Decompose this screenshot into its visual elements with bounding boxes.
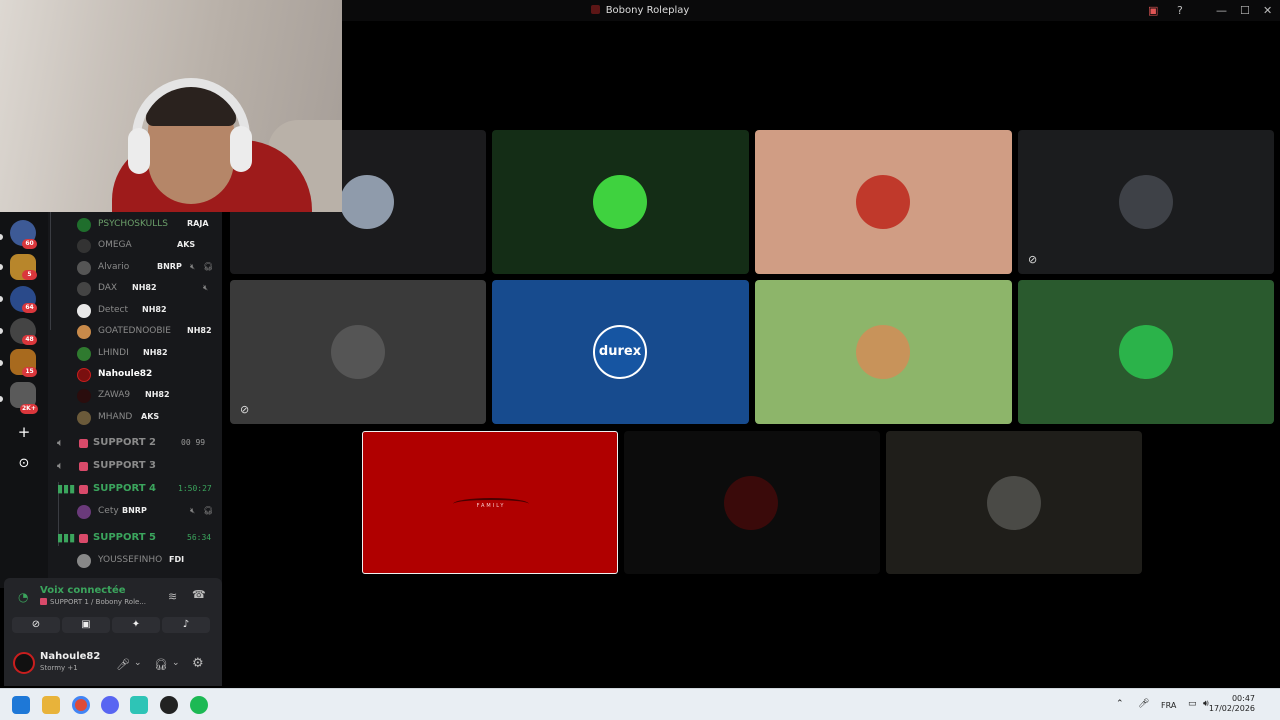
avatar: [1119, 325, 1173, 379]
taskbar: ⌃ 🎤︎ FRA ▭ 🔊︎ 00:47 17/02/2026: [0, 688, 1280, 720]
voice-stage: ⊘ ⊘ durex FAMILY: [222, 21, 1280, 688]
unread-pill: [0, 360, 3, 366]
clock[interactable]: 00:47 17/02/2026: [1209, 694, 1255, 714]
unread-pill: [0, 234, 3, 240]
avatar: [77, 347, 91, 361]
avatar[interactable]: [13, 652, 35, 674]
gear-icon[interactable]: ⚙: [192, 656, 204, 671]
inbox-icon[interactable]: ▣: [1148, 4, 1158, 17]
avatar: [77, 304, 91, 318]
voice-channel-path[interactable]: SUPPORT 1 / Bobony Role...: [40, 598, 146, 606]
window-title: Bobony Roleplay: [605, 5, 690, 16]
camera-off-button[interactable]: ⊘: [12, 617, 60, 633]
display-icon[interactable]: ▭: [1188, 699, 1197, 709]
participant-tile[interactable]: ⊘: [230, 280, 486, 424]
microphone-icon[interactable]: 🎤︎: [116, 658, 130, 671]
voice-connected-status[interactable]: Voix connectée: [40, 585, 126, 596]
muted-icon: 🔇︎: [190, 262, 196, 271]
help-icon[interactable]: ?: [1177, 4, 1183, 17]
username: Nahoule82: [40, 651, 101, 662]
obs-icon[interactable]: [160, 696, 178, 714]
deafened-icon: 🎧︎: [203, 262, 214, 271]
channel-list: PSYCHOSKULLS RAJA OMEGA AKS Alvario BNRP…: [48, 210, 222, 588]
disconnect-icon[interactable]: ☎: [192, 588, 206, 601]
avatar: [340, 175, 394, 229]
add-server-icon[interactable]: +: [14, 422, 34, 442]
avatar: [77, 554, 91, 568]
tree-line: [50, 210, 51, 330]
participant-tile[interactable]: [624, 431, 880, 574]
microphone-icon[interactable]: 🎤︎: [1138, 699, 1149, 709]
deafened-icon: 🎧︎: [203, 506, 214, 515]
participant-tile[interactable]: [886, 431, 1142, 574]
minimize-button[interactable]: —: [1216, 4, 1227, 17]
unread-pill: [0, 396, 3, 402]
server-list: 60 5 64 48 15 2K+ + ⊙: [0, 210, 48, 588]
headphones-icon[interactable]: 🎧︎: [154, 658, 168, 671]
avatar: [77, 389, 91, 403]
deafened-icon: ⊘: [1028, 253, 1038, 266]
avatar: [77, 505, 91, 519]
avatar: [856, 175, 910, 229]
avatar: [331, 325, 385, 379]
unread-pill: [0, 264, 3, 270]
maximize-button[interactable]: ☐: [1240, 4, 1250, 17]
speaker-icon: 🔈︎: [57, 459, 64, 472]
participant-tile[interactable]: [755, 280, 1012, 424]
chevron-down-icon[interactable]: ⌄: [134, 658, 142, 668]
spotify-icon[interactable]: [190, 696, 208, 714]
chevron-up-icon[interactable]: ⌃: [1116, 699, 1124, 709]
user-status: Stormy +1: [40, 664, 78, 672]
avatar: [77, 368, 91, 382]
close-button[interactable]: ✕: [1263, 4, 1272, 17]
avatar: [856, 325, 910, 379]
avatar: [77, 282, 91, 296]
app-icon[interactable]: [130, 696, 148, 714]
avatar: [1119, 175, 1173, 229]
server-logo-icon: [590, 5, 600, 14]
discover-icon[interactable]: ⊙: [14, 454, 34, 474]
avatar: [77, 325, 91, 339]
participant-tile-speaking[interactable]: FAMILY: [362, 431, 618, 574]
voice-active-icon: ▮▮▮: [57, 482, 76, 495]
participant-tile[interactable]: ⊘: [1018, 130, 1274, 274]
participant-tile[interactable]: durex: [492, 280, 749, 424]
avatar: [77, 261, 91, 275]
avatar: [77, 218, 91, 232]
muted-icon: 🔇︎: [203, 283, 209, 292]
avatar: [77, 411, 91, 425]
avatar: [593, 175, 647, 229]
tile-logo: FAMILY: [453, 498, 529, 510]
chrome-icon[interactable]: [72, 696, 90, 714]
voice-active-icon: ▮▮▮: [57, 531, 76, 544]
language-indicator[interactable]: FRA: [1161, 701, 1176, 710]
muted-icon: ⊘: [240, 403, 250, 416]
discord-icon[interactable]: [101, 696, 119, 714]
screen-share-button[interactable]: ▣: [62, 617, 110, 633]
avatar: [724, 476, 778, 530]
avatar: [77, 239, 91, 253]
webcam-overlay: [0, 0, 342, 212]
avatar: durex: [593, 325, 647, 379]
file-explorer-icon[interactable]: [42, 696, 60, 714]
activities-button[interactable]: ✦: [112, 617, 160, 633]
unread-pill: [0, 296, 3, 302]
soundboard-button[interactable]: ♪: [162, 617, 210, 633]
signal-icon: ◔: [18, 590, 29, 604]
discord-window: Bobony Roleplay ▣ ? — ☐ ✕ 60 5 64 48 15 …: [0, 0, 1280, 720]
speaker-icon: 🔈︎: [57, 436, 64, 449]
participant-tile[interactable]: [492, 130, 749, 274]
noise-suppression-icon[interactable]: ≋: [168, 590, 177, 603]
volume-icon[interactable]: 🔊︎: [1203, 699, 1209, 709]
participant-tile[interactable]: [755, 130, 1012, 274]
chevron-down-icon[interactable]: ⌄: [172, 658, 180, 668]
user-panel: ◔ Voix connectée SUPPORT 1 / Bobony Role…: [4, 578, 222, 686]
start-icon[interactable]: [12, 696, 30, 714]
avatar: [987, 476, 1041, 530]
unread-pill: [0, 328, 3, 334]
participant-tile[interactable]: [1018, 280, 1274, 424]
muted-icon: 🔇︎: [190, 506, 196, 515]
